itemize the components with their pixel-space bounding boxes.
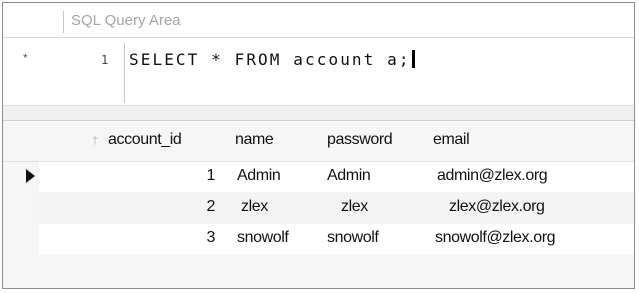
line-number: 1 bbox=[101, 53, 109, 67]
cell-email[interactable]: snowolf@zlex.org bbox=[435, 229, 556, 247]
cell-name[interactable]: snowolf bbox=[237, 229, 289, 247]
sql-text: SELECT * FROM account a; bbox=[129, 50, 411, 69]
key-icon: † bbox=[92, 135, 99, 147]
cell-name[interactable]: Admin bbox=[237, 167, 281, 185]
column-header-account-id[interactable]: account_id bbox=[108, 131, 182, 149]
table-row[interactable]: 3 snowolf snowolf snowolf@zlex.org bbox=[39, 224, 634, 254]
cell-account-id[interactable]: 3 bbox=[39, 229, 216, 247]
cell-email[interactable]: admin@zlex.org bbox=[437, 167, 548, 185]
table-row[interactable]: 1 Admin Admin admin@zlex.org bbox=[39, 162, 634, 192]
text-caret bbox=[411, 50, 415, 68]
result-grid: † account_id name password email 1 Admin… bbox=[3, 121, 634, 288]
column-header-name[interactable]: name bbox=[235, 131, 274, 149]
sql-editor-window: SQL Query Area * 1 SELECT * FROM account… bbox=[2, 2, 635, 289]
query-area: SQL Query Area * 1 SELECT * FROM account… bbox=[3, 3, 634, 121]
query-area-title: SQL Query Area bbox=[71, 12, 181, 29]
header-divider bbox=[63, 11, 64, 33]
gutter-divider bbox=[124, 43, 125, 103]
query-area-footer bbox=[3, 105, 634, 121]
cell-account-id[interactable]: 2 bbox=[39, 198, 216, 216]
cell-password[interactable]: Admin bbox=[327, 167, 371, 185]
column-header-email[interactable]: email bbox=[433, 131, 470, 149]
sql-editor[interactable] bbox=[3, 38, 634, 104]
column-header-password[interactable]: password bbox=[327, 131, 393, 149]
result-grid-header: † account_id name password email bbox=[3, 121, 634, 162]
cell-password[interactable]: zlex bbox=[341, 198, 368, 216]
query-area-header: SQL Query Area bbox=[3, 3, 634, 38]
current-row-indicator bbox=[26, 169, 35, 183]
cell-account-id[interactable]: 1 bbox=[39, 167, 216, 185]
cell-password[interactable]: snowolf bbox=[327, 229, 379, 247]
table-row[interactable]: 2 zlex zlex zlex@zlex.org bbox=[39, 193, 634, 223]
cell-name[interactable]: zlex bbox=[241, 198, 268, 216]
modified-line-marker: * bbox=[23, 51, 28, 65]
sql-code-line[interactable]: SELECT * FROM account a; bbox=[129, 50, 415, 69]
cell-email[interactable]: zlex@zlex.org bbox=[449, 198, 545, 216]
